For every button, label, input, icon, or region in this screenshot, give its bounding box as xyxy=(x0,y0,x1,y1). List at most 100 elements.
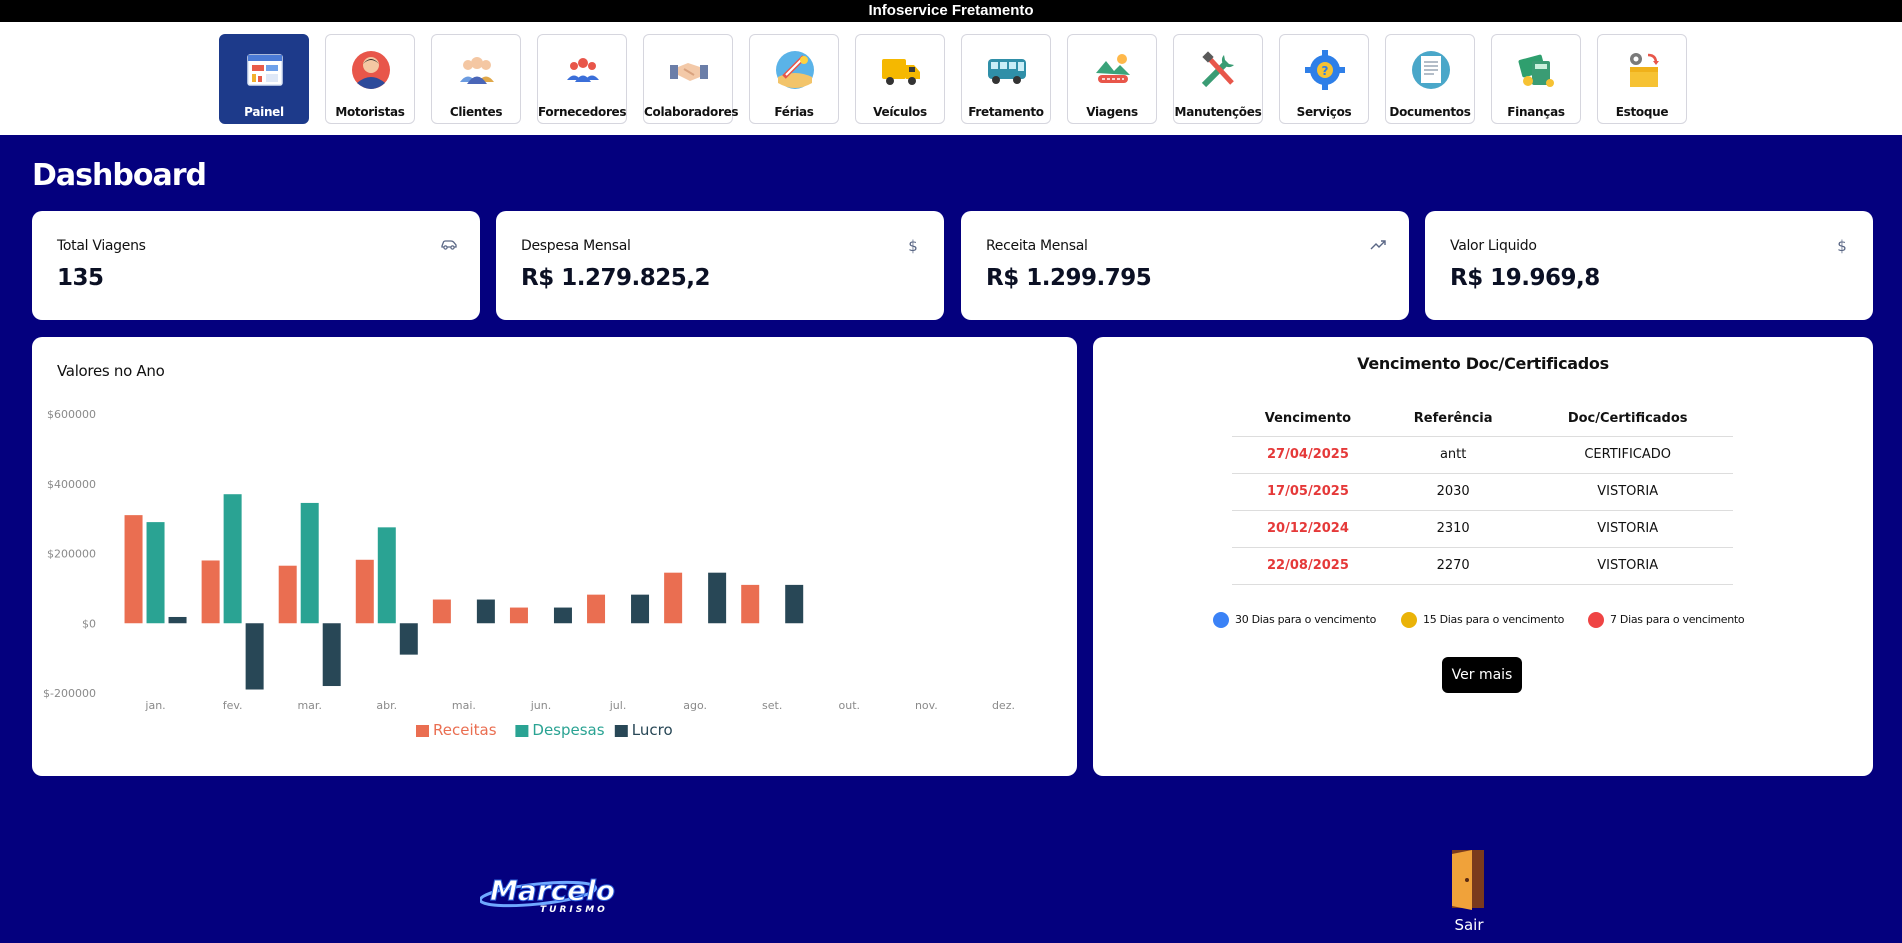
bar-lucro-6 xyxy=(631,594,650,624)
nav-item-label: Finanças xyxy=(1507,105,1565,119)
stat-value: R$ 19.969,8 xyxy=(1450,265,1600,291)
bar-lucro-8 xyxy=(785,584,804,624)
legend-label: Lucro xyxy=(632,721,673,739)
documents-card: Vencimento Doc/Certificados Vencimento R… xyxy=(1093,337,1873,776)
nav-item-financas[interactable]: Finanças xyxy=(1491,34,1581,124)
nav-item-veiculos[interactable]: Veículos xyxy=(855,34,945,124)
bar-chart: $600000 $400000 $200000 $0 $-200000 jan. fev. m… xyxy=(43,408,1015,739)
reference: antt xyxy=(1383,436,1523,474)
nav-item-label: Documentos xyxy=(1389,105,1471,119)
x-tick-label: ago. xyxy=(683,699,707,712)
nav-item-label: Veículos xyxy=(873,105,927,119)
stat-card-net-value: Valor Liquido R$ 19.969,8 $ xyxy=(1425,211,1873,320)
gear-icon: ? xyxy=(1304,49,1346,91)
x-tick-label: dez. xyxy=(992,699,1015,712)
app-title-bar: Infoservice Fretamento xyxy=(0,0,1902,22)
x-tick-label: jan. xyxy=(144,699,165,712)
x-tick-label: jun. xyxy=(530,699,552,712)
y-tick-label: $400000 xyxy=(47,478,96,491)
yellow-dot-icon xyxy=(1401,612,1417,628)
x-tick-label: mai. xyxy=(452,699,476,712)
tools-icon xyxy=(1198,49,1240,91)
clients-icon xyxy=(456,49,498,91)
x-tick-label: fev. xyxy=(223,699,243,712)
nav-item-viagens[interactable]: Viagens xyxy=(1067,34,1157,124)
main-nav: Painel Motoristas Clientes Fornecedores Cola… xyxy=(0,22,1902,135)
nav-item-label: Viagens xyxy=(1086,105,1138,119)
documents-title: Vencimento Doc/Certificados xyxy=(1357,354,1609,373)
nav-item-motoristas[interactable]: Motoristas xyxy=(325,34,415,124)
dashboard-icon xyxy=(244,49,286,91)
stat-card-monthly-revenue: Receita Mensal R$ 1.299.795 xyxy=(961,211,1409,320)
stat-label: Total Viagens xyxy=(57,238,146,254)
stat-label: Valor Liquido xyxy=(1450,238,1537,254)
nav-item-estoque[interactable]: Estoque xyxy=(1597,34,1687,124)
exit-label: Sair xyxy=(1454,916,1484,934)
stat-value: R$ 1.299.795 xyxy=(986,265,1152,291)
x-tick-label: out. xyxy=(839,699,861,712)
due-date: 20/12/2024 xyxy=(1232,510,1384,548)
nav-item-ferias[interactable]: Férias xyxy=(749,34,839,124)
y-tick-label: $-200000 xyxy=(43,687,96,700)
dollar-icon: $ xyxy=(1837,237,1847,255)
beach-icon xyxy=(774,49,816,91)
bar-lucro-4 xyxy=(476,599,495,624)
nav-item-label: Painel xyxy=(244,105,284,119)
bar-receitas-3 xyxy=(355,559,374,624)
nav-item-colaboradores[interactable]: Colaboradores xyxy=(643,34,739,124)
legend-swatch xyxy=(614,725,628,737)
bar-receitas-8 xyxy=(741,584,760,624)
x-tick-label: abr. xyxy=(376,699,397,712)
column-header: Doc/Certificados xyxy=(1522,401,1733,437)
nav-item-documentos[interactable]: Documentos xyxy=(1385,34,1475,124)
y-tick-label: $600000 xyxy=(47,408,96,421)
suppliers-icon xyxy=(562,49,604,91)
stock-box-icon xyxy=(1622,49,1664,91)
bar-receitas-6 xyxy=(587,594,606,624)
nav-item-fornecedores[interactable]: Fornecedores xyxy=(537,34,627,124)
logo-subtext: TURISMO xyxy=(540,905,608,914)
legend-swatch xyxy=(416,725,429,737)
nav-item-clientes[interactable]: Clientes xyxy=(431,34,521,124)
page-title: Dashboard xyxy=(32,158,207,193)
document-type: VISTORIA xyxy=(1522,510,1733,548)
legend-label: Despesas xyxy=(532,721,604,739)
table-row: 22/08/2025 2270 VISTORIA xyxy=(1232,547,1733,585)
column-header: Vencimento xyxy=(1232,401,1384,437)
table-header-row: Vencimento Referência Doc/Certificados xyxy=(1232,401,1733,437)
stat-value: 135 xyxy=(57,265,104,291)
stat-label: Receita Mensal xyxy=(986,238,1088,254)
y-tick-label: $0 xyxy=(82,617,96,630)
x-tick-label: nov. xyxy=(915,699,938,712)
bar-lucro-2 xyxy=(322,623,341,687)
bar-receitas-7 xyxy=(664,572,683,624)
stat-card-total-trips: Total Viagens 135 xyxy=(32,211,480,320)
documents-icon xyxy=(1410,49,1452,91)
legend-label: 30 Dias para o vencimento xyxy=(1235,613,1377,626)
truck-icon xyxy=(880,49,922,91)
nav-item-servicos[interactable]: ? Serviços xyxy=(1279,34,1369,124)
handshake-icon xyxy=(668,49,710,91)
nav-item-label: Motoristas xyxy=(335,105,405,119)
trip-icon xyxy=(1092,49,1134,91)
due-date: 27/04/2025 xyxy=(1232,436,1384,474)
nav-item-painel[interactable]: Painel xyxy=(219,34,309,124)
see-more-button[interactable]: Ver mais xyxy=(1442,657,1522,693)
nav-item-fretamento[interactable]: Fretamento xyxy=(961,34,1051,124)
bar-lucro-0 xyxy=(168,616,187,624)
legend-15-days: 15 Dias para o vencimento xyxy=(1401,612,1564,628)
driver-icon xyxy=(350,49,392,91)
car-icon xyxy=(440,237,458,253)
bar-lucro-7 xyxy=(708,572,727,624)
due-date: 17/05/2025 xyxy=(1232,473,1384,511)
reference: 2030 xyxy=(1383,473,1523,511)
document-type: VISTORIA xyxy=(1522,473,1733,511)
nav-item-manutencoes[interactable]: Manutenções xyxy=(1173,34,1263,124)
legend-7-days: 7 Dias para o vencimento xyxy=(1588,612,1745,628)
exit-button[interactable]: Sair xyxy=(1444,848,1494,934)
bus-icon xyxy=(986,49,1028,91)
x-tick-label: mar. xyxy=(297,699,321,712)
nav-item-label: Férias xyxy=(774,105,814,119)
bar-receitas-0 xyxy=(124,515,143,624)
stat-value: R$ 1.279.825,2 xyxy=(521,265,710,291)
